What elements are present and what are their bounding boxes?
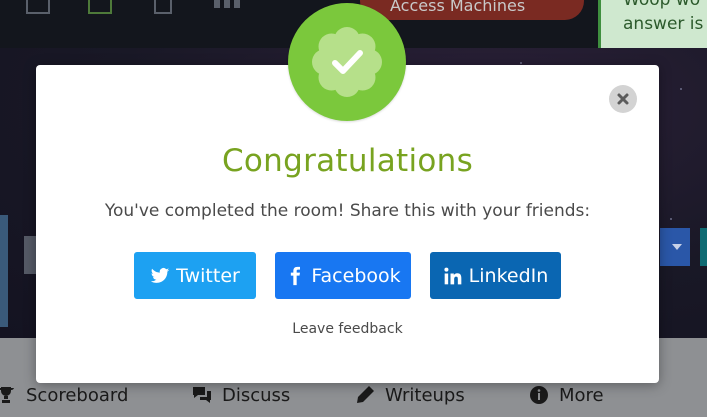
trophy-nav-icon[interactable] [154,0,172,14]
discuss-icon [193,387,211,403]
info-icon [530,386,548,404]
book-icon[interactable] [88,0,112,14]
close-button[interactable] [609,85,637,113]
tab-more[interactable]: More [529,382,604,408]
room-thumbnail [0,215,8,327]
star [670,218,672,220]
access-machines-button[interactable]: Access Machines [360,0,584,20]
more-nav-icon[interactable] [214,0,242,8]
toast-text: Woop wo answer is [623,0,704,34]
close-icon [617,93,629,105]
tab-discuss[interactable]: Discuss [192,382,290,408]
share-linkedin-label: LinkedIn [468,264,549,287]
tab-label: More [559,384,604,406]
share-twitter-button[interactable]: Twitter [134,252,256,299]
star [520,62,522,64]
share-linkedin-button[interactable]: LinkedIn [430,252,561,299]
access-machines-label: Access Machines [390,0,526,15]
trophy-icon [0,387,14,403]
share-facebook-label: Facebook [311,264,401,287]
pencil-icon [357,386,374,403]
linkedin-icon [444,267,462,284]
tab-label: Scoreboard [26,384,129,406]
side-action-button[interactable] [700,228,707,266]
chevron-down-icon [672,244,682,250]
check-badge-icon [288,3,406,121]
square-icon[interactable] [26,0,50,14]
twitter-icon [150,267,170,283]
badge-shape [312,27,382,97]
page: Access Machines Woop wo answer is Scoreb… [0,0,707,417]
modal-subtitle: You've completed the room! Share this wi… [104,201,591,221]
options-dropdown-button[interactable] [660,228,690,266]
modal-title: Congratulations [221,143,474,179]
tab-label: Discuss [222,384,291,406]
share-facebook-button[interactable]: Facebook [275,252,411,299]
tab-scoreboard[interactable]: Scoreboard [0,382,128,408]
star [680,88,682,90]
tab-label: Writeups [385,384,465,406]
success-toast: Woop wo answer is [598,0,707,54]
facebook-icon [291,266,301,285]
leave-feedback-link[interactable]: Leave feedback [36,321,659,337]
tab-writeups[interactable]: Writeups [355,382,465,408]
share-twitter-label: Twitter [176,264,240,287]
